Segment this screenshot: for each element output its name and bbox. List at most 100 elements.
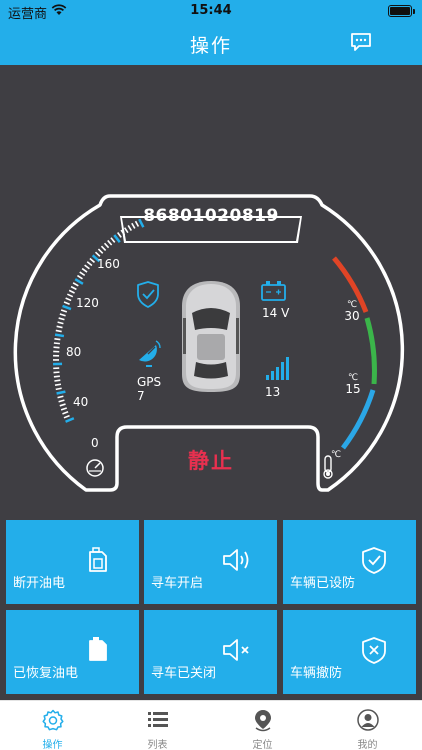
speed-tick: [63, 414, 70, 419]
speed-tick: [57, 395, 64, 399]
speed-tick: [113, 234, 121, 243]
list-icon: [148, 712, 168, 727]
status-bar: 运营商 15:44: [0, 0, 422, 22]
tab-location-label: 定位: [252, 740, 273, 750]
restore-fuel-label: 已恢复油电: [13, 666, 79, 681]
speed-tick: [60, 407, 68, 411]
speed-tick: [117, 232, 122, 238]
speed-tick: [97, 248, 104, 254]
speedometer-icon: [86, 459, 104, 477]
speed-tick: [74, 278, 84, 285]
speed-label-120: 120: [76, 296, 99, 310]
speed-tick: [56, 325, 63, 329]
tab-list[interactable]: 列表: [105, 701, 210, 750]
speed-tick: [86, 261, 93, 267]
temp-label-min: ℃: [330, 450, 342, 460]
speed-tick: [79, 271, 86, 277]
speed-tick: [60, 309, 68, 313]
shield-status-icon: [137, 281, 159, 308]
armed-button[interactable]: 车辆已设防: [283, 520, 416, 604]
device-id: 86801020819: [143, 206, 279, 226]
speed-tick: [103, 242, 110, 249]
temp-label-30: ℃ 30: [344, 300, 360, 324]
speed-tick: [100, 245, 107, 252]
nav-bar: 操作: [0, 22, 422, 65]
speed-tick: [55, 387, 62, 391]
shield-check-icon: [362, 547, 386, 574]
speed-tick: [62, 411, 69, 415]
speed-tick: [56, 390, 66, 395]
find-car-off-label: 寻车已关闭: [151, 666, 217, 681]
battery-icon: [388, 5, 415, 17]
gps-info: GPS 7: [137, 375, 162, 403]
signal-value: 13: [265, 385, 281, 399]
disarm-button[interactable]: 车辆撤防: [283, 610, 416, 694]
temp-cold-arc: [341, 389, 376, 450]
tab-location[interactable]: 定位: [210, 701, 315, 750]
speed-tick: [53, 375, 60, 378]
find-car-on-button[interactable]: 寻车开启: [144, 520, 277, 604]
tab-bar: 操作 列表 定位 我的: [0, 700, 422, 750]
speed-tick: [59, 403, 66, 407]
cut-fuel-button[interactable]: 断开油电: [6, 520, 139, 604]
speed-tick: [67, 293, 74, 298]
speed-tick: [62, 304, 72, 311]
speed-tick: [65, 297, 72, 302]
gear-icon: [42, 709, 64, 731]
action-grid: 断开油电 寻车开启 车辆已设防 已恢复油电 寻车已关闭 车辆撤防: [6, 520, 416, 695]
speed-tick: [54, 337, 61, 341]
speed-tick: [58, 399, 65, 403]
speed-tick: [54, 333, 65, 338]
temp-mid-arc: [364, 317, 377, 385]
speed-label-160: 160: [97, 257, 120, 271]
speaker-off-icon: [223, 639, 249, 661]
car-image: [182, 281, 240, 392]
clock: 15:44: [190, 3, 232, 18]
speed-tick: [55, 329, 62, 333]
speed-label-0: 0: [91, 436, 99, 450]
tab-list-label: 列表: [147, 740, 168, 750]
satellite-dish-icon: [139, 340, 161, 367]
speed-tick: [53, 342, 60, 345]
speed-tick: [77, 274, 83, 280]
tab-operate-label: 操作: [42, 740, 63, 750]
find-car-on-label: 寻车开启: [151, 576, 204, 591]
fuel-cut-icon: [89, 547, 107, 572]
speed-tick: [65, 417, 75, 423]
speed-tick: [57, 321, 64, 325]
cut-fuel-label: 断开油电: [13, 576, 66, 591]
speed-tick: [94, 251, 101, 257]
speed-ticks: [52, 218, 145, 423]
shield-x-icon: [362, 637, 386, 664]
speed-tick: [59, 313, 66, 317]
speed-tick: [84, 264, 90, 270]
temp-label-15: ℃ 15: [345, 373, 361, 397]
user-icon: [357, 709, 379, 731]
speed-tick: [68, 289, 75, 294]
vehicle-state: 静止: [188, 449, 234, 473]
tab-mine[interactable]: 我的: [315, 701, 420, 750]
speed-tick: [110, 237, 116, 243]
speed-tick: [54, 383, 62, 386]
speed-tick: [89, 257, 96, 263]
location-pin-icon: [255, 710, 271, 732]
message-icon[interactable]: [350, 32, 372, 52]
speed-tick: [81, 267, 88, 273]
speed-tick: [58, 317, 65, 321]
voltage-value: 14 V: [262, 306, 290, 320]
speed-label-40: 40: [73, 395, 89, 409]
tab-operate[interactable]: 操作: [0, 701, 105, 750]
speed-tick: [63, 301, 70, 305]
find-car-off-button[interactable]: 寻车已关闭: [144, 610, 277, 694]
battery-voltage-icon: [261, 281, 286, 301]
tab-mine-label: 我的: [357, 740, 378, 750]
speaker-on-icon: [223, 549, 249, 571]
speed-tick: [54, 379, 61, 382]
speed-tick: [70, 285, 77, 291]
speed-tick: [72, 282, 79, 287]
speed-label-80: 80: [66, 345, 82, 359]
armed-label: 车辆已设防: [290, 576, 356, 591]
restore-fuel-button[interactable]: 已恢复油电: [6, 610, 139, 694]
disarm-label: 车辆撤防: [290, 666, 343, 681]
signal-bars-icon: [266, 357, 289, 380]
